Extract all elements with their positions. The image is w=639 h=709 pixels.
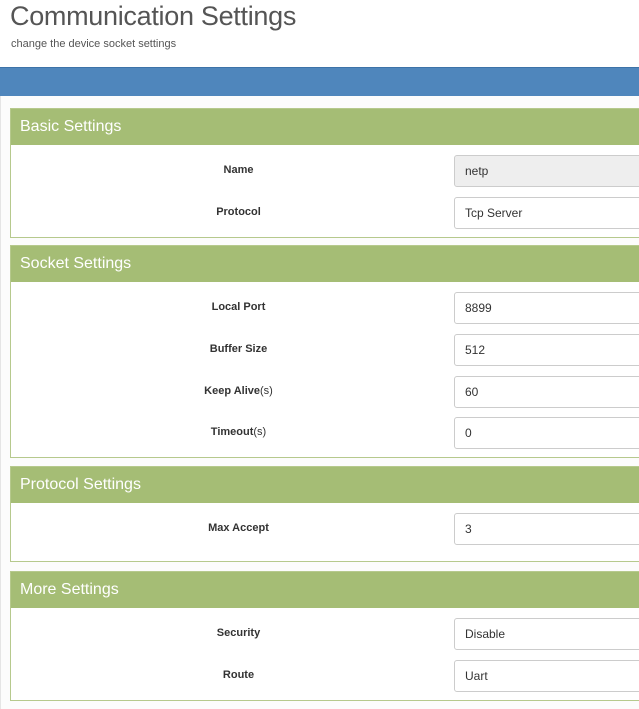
timeout-input[interactable] — [454, 417, 639, 449]
keep-alive-label: Keep Alive(s) — [11, 385, 466, 397]
local-port-label: Local Port — [211, 301, 266, 313]
keep-alive-unit: (s) — [260, 385, 273, 397]
protocol-settings-panel: Protocol Settings Max Accept — [10, 466, 639, 562]
name-input[interactable] — [454, 155, 639, 187]
security-select[interactable]: Disable — [454, 618, 639, 650]
page-subtitle: change the device socket settings — [11, 38, 177, 50]
timeout-label: Timeout(s) — [11, 426, 466, 438]
route-select[interactable]: Uart — [454, 660, 639, 692]
protocol-select[interactable]: Tcp Server — [454, 197, 639, 229]
timeout-unit: (s) — [253, 426, 267, 438]
protocol-label: Protocol — [216, 206, 261, 218]
route-label: Route — [222, 669, 255, 681]
name-label: Name — [223, 164, 254, 176]
basic-settings-panel: Basic Settings Name Protocol Tcp Server — [10, 108, 639, 238]
max-accept-input[interactable] — [454, 513, 639, 545]
socket-settings-header: Socket Settings — [11, 246, 639, 282]
timeout-label-text: Timeout — [210, 426, 254, 438]
keep-alive-input[interactable] — [454, 376, 639, 408]
more-settings-panel: More Settings Security Disable Route Uar… — [10, 571, 639, 701]
buffer-size-label: Buffer Size — [209, 343, 268, 355]
top-bar — [0, 67, 639, 96]
more-settings-header: More Settings — [11, 572, 639, 608]
protocol-settings-header: Protocol Settings — [11, 467, 639, 503]
page-title: Communication Settings — [10, 1, 297, 31]
settings-content: Basic Settings Name Protocol Tcp Server … — [0, 96, 639, 709]
buffer-size-input[interactable] — [454, 334, 639, 366]
local-port-input[interactable] — [454, 292, 639, 324]
basic-settings-header: Basic Settings — [11, 109, 639, 145]
max-accept-label: Max Accept — [208, 522, 269, 534]
security-label: Security — [216, 627, 261, 639]
socket-settings-panel: Socket Settings Local Port Buffer Size K… — [10, 245, 639, 458]
keep-alive-label-text: Keep Alive — [204, 385, 260, 397]
